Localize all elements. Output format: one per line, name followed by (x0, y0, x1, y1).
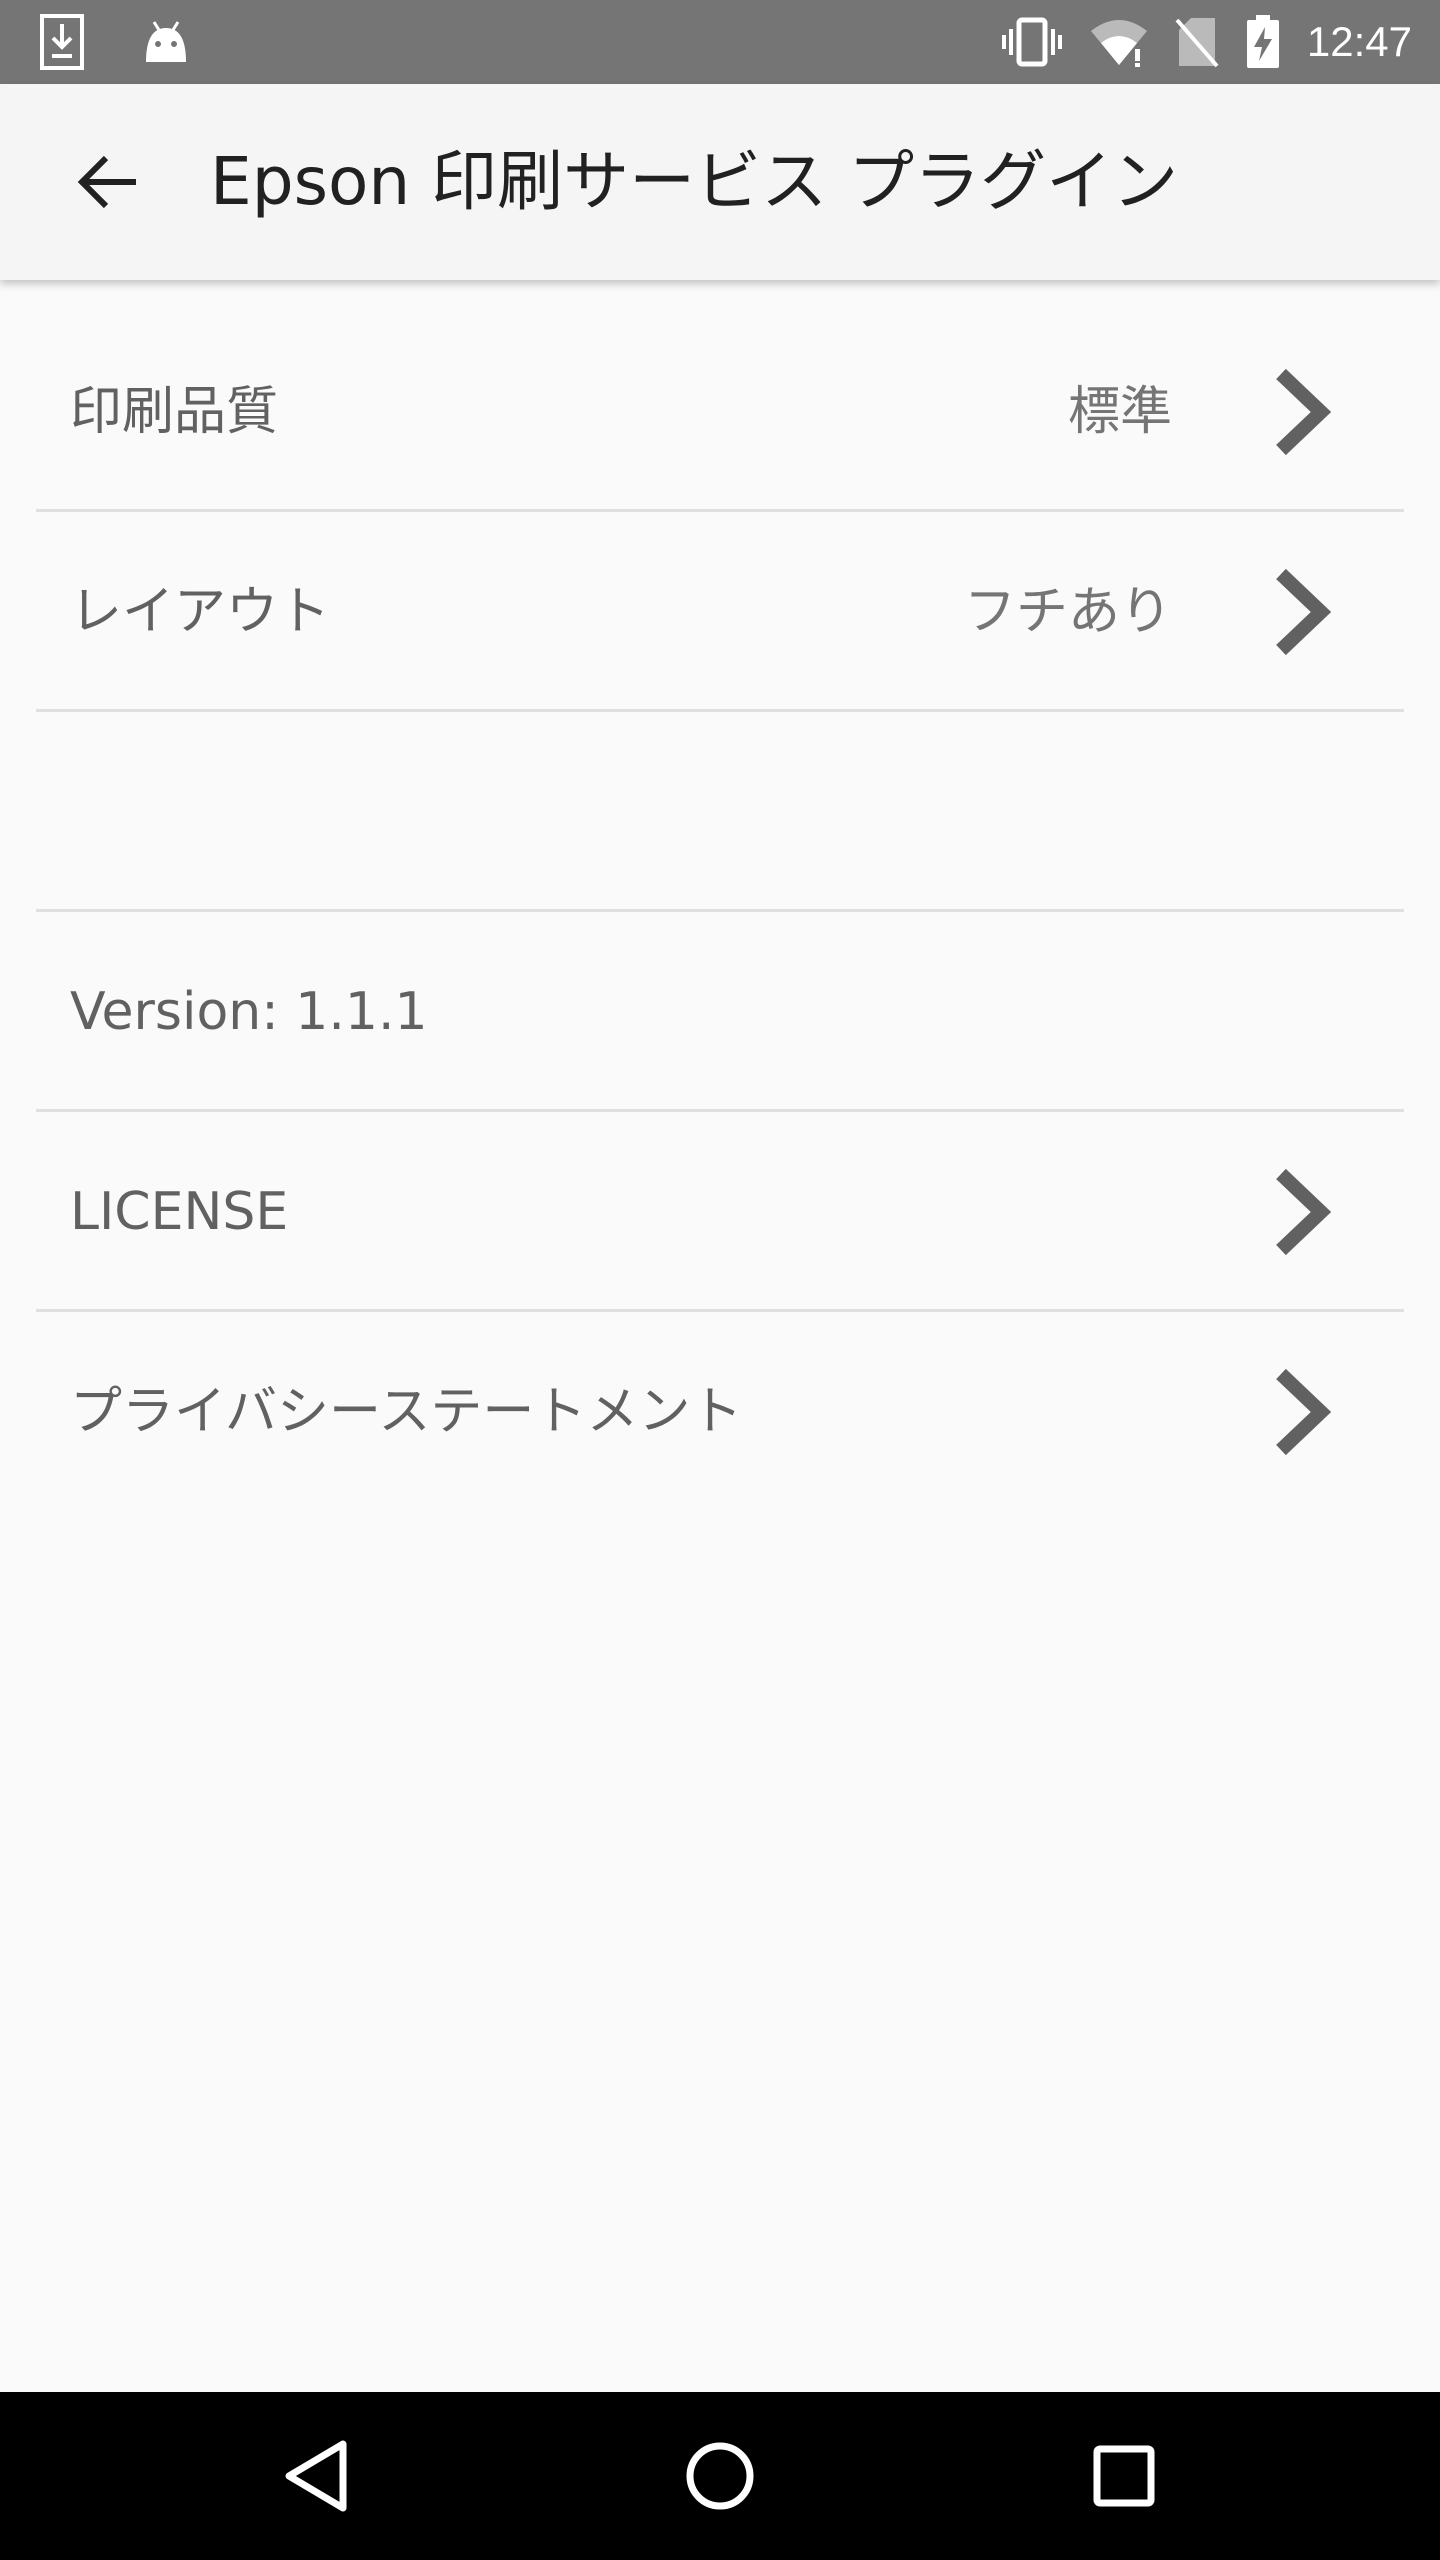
nav-back-icon (285, 2440, 347, 2512)
setting-label: 印刷品質 (70, 382, 279, 442)
status-time: 12:47 (1306, 18, 1412, 65)
version-row: Version: 1.1.1 (36, 912, 1404, 1112)
app-bar: Epson 印刷サービス プラグイン (0, 84, 1440, 280)
status-bar: 12:47 (0, 0, 1440, 84)
battery-charging-icon (1245, 15, 1281, 69)
nav-back-button[interactable] (266, 2426, 366, 2526)
page-title: Epson 印刷サービス プラグイン (210, 143, 1179, 220)
navigation-bar (0, 2392, 1440, 2560)
no-sim-icon (1175, 16, 1219, 68)
chevron-right-icon (1256, 566, 1348, 658)
arrow-back-icon (77, 155, 136, 209)
back-button[interactable] (48, 122, 168, 242)
android-icon (142, 18, 190, 66)
settings-list: 印刷品質 標準 レイアウト フチあり Version: 1.1.1 LICENS… (0, 280, 1440, 1512)
vibrate-icon (1001, 17, 1063, 67)
version-label: Version: 1.1.1 (70, 982, 428, 1042)
setting-layout[interactable]: レイアウト フチあり (36, 512, 1404, 712)
nav-recents-icon (1093, 2445, 1155, 2507)
nav-home-button[interactable] (670, 2426, 770, 2526)
setting-label: レイアウト (70, 582, 331, 642)
setting-value: フチあり (963, 582, 1172, 642)
license-label: LICENSE (70, 1182, 289, 1242)
chevron-right-icon (1256, 366, 1348, 458)
setting-value: 標準 (1067, 382, 1172, 442)
setting-print-quality[interactable]: 印刷品質 標準 (36, 312, 1404, 512)
nav-home-icon (686, 2442, 754, 2510)
nav-recents-button[interactable] (1074, 2426, 1174, 2526)
wifi-icon (1089, 17, 1149, 67)
empty-row (36, 712, 1404, 912)
screen: 12:47 Epson 印刷サービス プラグイン 印刷品質 標準 レイアウト フ… (0, 0, 1440, 2560)
chevron-right-icon (1256, 1166, 1348, 1258)
license-row[interactable]: LICENSE (36, 1112, 1404, 1312)
chevron-right-icon (1256, 1366, 1348, 1458)
privacy-statement-row[interactable]: プライバシーステートメント (36, 1312, 1404, 1512)
privacy-statement-label: プライバシーステートメント (70, 1382, 743, 1442)
download-icon (40, 14, 84, 70)
